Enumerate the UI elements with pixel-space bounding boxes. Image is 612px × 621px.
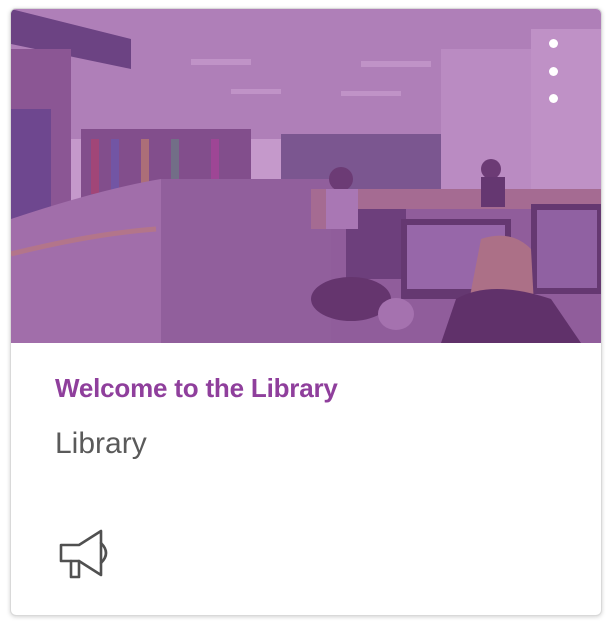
menu-dot [548,94,558,103]
menu-dot [548,66,558,76]
course-card-image[interactable] [11,9,601,343]
card-options-menu-button[interactable] [541,39,565,103]
megaphone-icon [59,529,108,579]
announcements-button[interactable] [55,519,119,583]
course-title-link[interactable]: Welcome to the Library [55,373,338,404]
course-subtitle: Library [55,427,147,460]
menu-dot [548,39,558,48]
image-color-overlay [11,9,601,343]
course-card: Welcome to the Library Library [10,8,602,616]
